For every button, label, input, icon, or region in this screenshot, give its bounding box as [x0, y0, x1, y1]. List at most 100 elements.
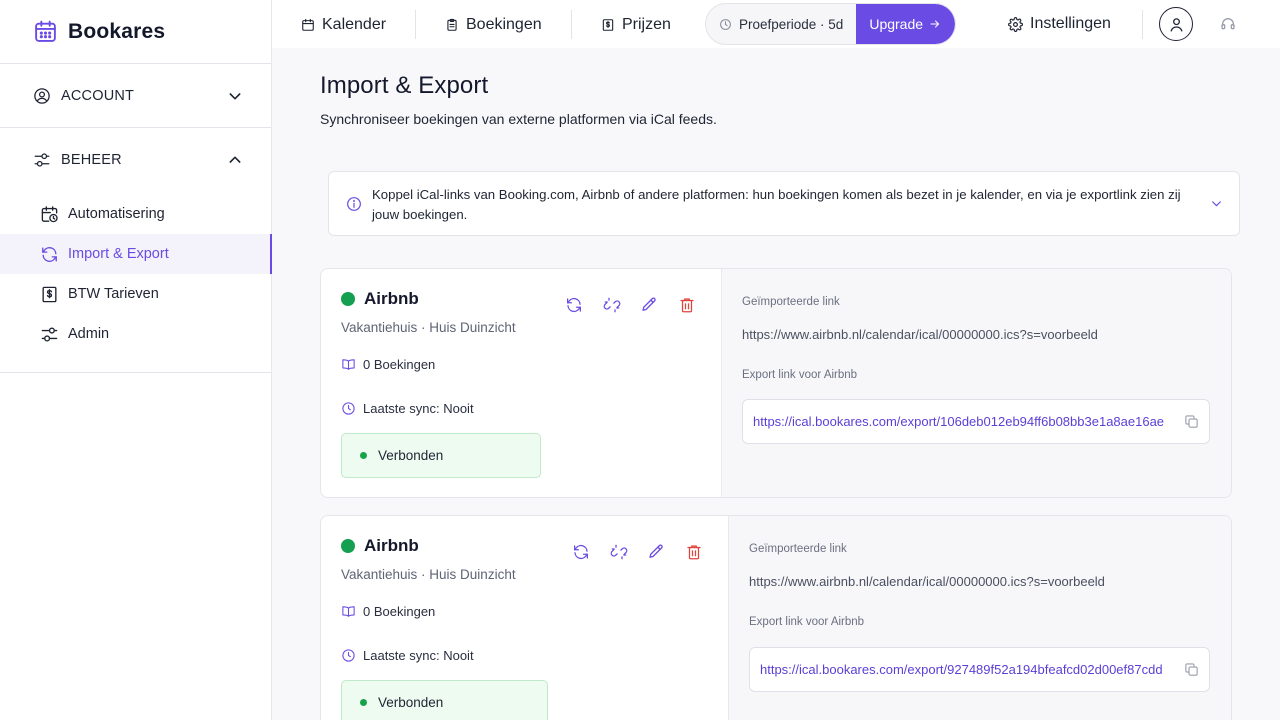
feed-subtitle: Vakantiehuis · Huis Duinzicht [341, 320, 516, 335]
upgrade-label: Upgrade [869, 16, 924, 32]
sync-icon[interactable] [572, 543, 590, 561]
nav-label: Prijzen [622, 16, 671, 33]
trial-text: Proefperiode · 5d [739, 16, 844, 32]
sliders-icon [41, 326, 58, 342]
imported-link-label: Geïmporteerde link [742, 296, 840, 308]
chevron-up-icon [229, 156, 241, 163]
trash-icon[interactable] [685, 543, 703, 561]
imported-link-url: https://www.airbnb.nl/calendar/ical/0000… [749, 574, 1105, 589]
sidebar-section-beheer[interactable]: BEHEER [0, 128, 271, 192]
export-link-field[interactable]: https://ical.bookares.com/export/927489f… [749, 647, 1210, 692]
headset-icon[interactable] [1220, 16, 1236, 32]
sidebar-item-label: Import & Export [68, 246, 169, 262]
export-link-label: Export link voor Airbnb [742, 369, 858, 381]
clock-icon [342, 649, 355, 662]
calendar-icon [302, 18, 314, 31]
sidebar-item-admin[interactable]: Admin [0, 314, 271, 354]
page-title: Import & Export [320, 72, 489, 99]
feed-name-label: Airbnb [364, 536, 419, 555]
clock-icon [342, 402, 355, 415]
chevron-down-icon [1212, 201, 1221, 207]
feed-bookings: 0 Boekingen [341, 604, 435, 619]
feed-card-links: Geïmporteerde link https://www.airbnb.nl… [721, 269, 1231, 497]
sidebar-section-account[interactable]: ACCOUNT [0, 64, 271, 128]
export-link-field[interactable]: https://ical.bookares.com/export/106deb0… [742, 399, 1210, 444]
status-dot [341, 539, 355, 553]
feed-last-sync: Laatste sync: Nooit [341, 401, 474, 416]
clipboard-icon [447, 18, 457, 31]
status-dot [360, 452, 367, 459]
nav-prijzen[interactable]: Prijzen [601, 16, 671, 34]
section-label-account: ACCOUNT [61, 87, 135, 104]
sidebar-item-label: Automatisering [68, 206, 165, 222]
arrow-right-icon [930, 20, 940, 28]
imported-link-url: https://www.airbnb.nl/calendar/ical/0000… [742, 327, 1098, 342]
section-label-beheer: BEHEER [61, 152, 122, 168]
nav-label: Kalender [322, 16, 387, 33]
export-link-url[interactable]: https://ical.bookares.com/export/927489f… [760, 662, 1178, 677]
bookings-label: 0 Boekingen [363, 604, 436, 619]
sidebar-subnav: Automatisering Import & Export BTW Tarie… [0, 192, 272, 373]
sidebar: Bookares ACCOUNT BEHEER Automatisering I… [0, 0, 272, 720]
divider [571, 10, 572, 39]
feed-subtitle: Vakantiehuis · Huis Duinzicht [341, 567, 516, 582]
trial-pill: Proefperiode · 5d Upgrade [705, 3, 957, 45]
feed-actions [572, 543, 722, 561]
receipt-icon [602, 19, 614, 31]
page-subtitle: Synchroniseer boekingen van externe plat… [320, 111, 717, 127]
status-badge: Verbonden [341, 433, 541, 478]
app-name: Bookares [68, 19, 166, 43]
copy-icon[interactable] [1184, 414, 1199, 429]
last-sync-label: Laatste sync: Nooit [363, 648, 474, 663]
feed-bookings: 0 Boekingen [341, 357, 435, 372]
pencil-icon[interactable] [647, 543, 665, 561]
brand[interactable]: Bookares [0, 0, 271, 64]
status-dot [360, 699, 367, 706]
upgrade-button[interactable]: Upgrade [856, 4, 956, 44]
user-circle-icon [34, 87, 50, 104]
imported-link-label: Geïmporteerde link [749, 543, 847, 555]
feed-name: Airbnb [341, 289, 419, 309]
settings-button[interactable]: Instellingen [1008, 0, 1111, 48]
sync-icon[interactable] [565, 296, 583, 314]
calendar-logo-icon [35, 20, 56, 42]
info-banner[interactable]: Koppel iCal-links van Booking.com, Airbn… [328, 171, 1240, 236]
last-sync-label: Laatste sync: Nooit [363, 401, 474, 416]
status-label: Verbonden [378, 448, 444, 463]
nav-label: Boekingen [466, 16, 542, 33]
sliders-icon [34, 153, 50, 167]
gear-icon [1008, 16, 1023, 32]
sidebar-item-btw-tarieven[interactable]: BTW Tarieven [0, 274, 271, 314]
feed-card: Airbnb Vakantiehuis · Huis Duinzicht 0 B… [320, 268, 1232, 498]
status-dot [341, 292, 355, 306]
feed-card-links: Geïmporteerde link https://www.airbnb.nl… [728, 516, 1231, 720]
unlink-icon[interactable] [603, 296, 621, 314]
sidebar-item-automatisering[interactable]: Automatisering [0, 194, 271, 234]
divider [1142, 10, 1143, 39]
nav-kalender[interactable]: Kalender [301, 16, 386, 34]
status-label: Verbonden [378, 695, 444, 710]
export-link-label: Export link voor Airbnb [749, 616, 865, 628]
chevron-down-icon [229, 92, 241, 99]
feed-actions [565, 296, 715, 314]
calendar-clock-icon [41, 205, 58, 222]
user-icon [1170, 17, 1182, 32]
trial-status: Proefperiode · 5d [706, 17, 856, 32]
clock-icon [720, 18, 731, 30]
export-link-url[interactable]: https://ical.bookares.com/export/106deb0… [753, 414, 1178, 429]
sidebar-item-import-export[interactable]: Import & Export [0, 234, 272, 274]
feed-card: Airbnb Vakantiehuis · Huis Duinzicht 0 B… [320, 515, 1232, 720]
trash-icon[interactable] [678, 296, 696, 314]
feed-name: Airbnb [341, 536, 419, 556]
pencil-icon[interactable] [640, 296, 658, 314]
info-text: Koppel iCal-links van Booking.com, Airbn… [372, 187, 1181, 222]
settings-label: Instellingen [1030, 15, 1111, 32]
topbar: Kalender Boekingen Prijzen Proefperiode … [272, 0, 1280, 48]
info-icon [347, 197, 361, 211]
feed-name-label: Airbnb [364, 289, 419, 308]
avatar[interactable] [1159, 7, 1193, 41]
book-icon [342, 606, 355, 617]
unlink-icon[interactable] [610, 543, 628, 561]
copy-icon[interactable] [1184, 662, 1199, 677]
nav-boekingen[interactable]: Boekingen [445, 16, 542, 34]
